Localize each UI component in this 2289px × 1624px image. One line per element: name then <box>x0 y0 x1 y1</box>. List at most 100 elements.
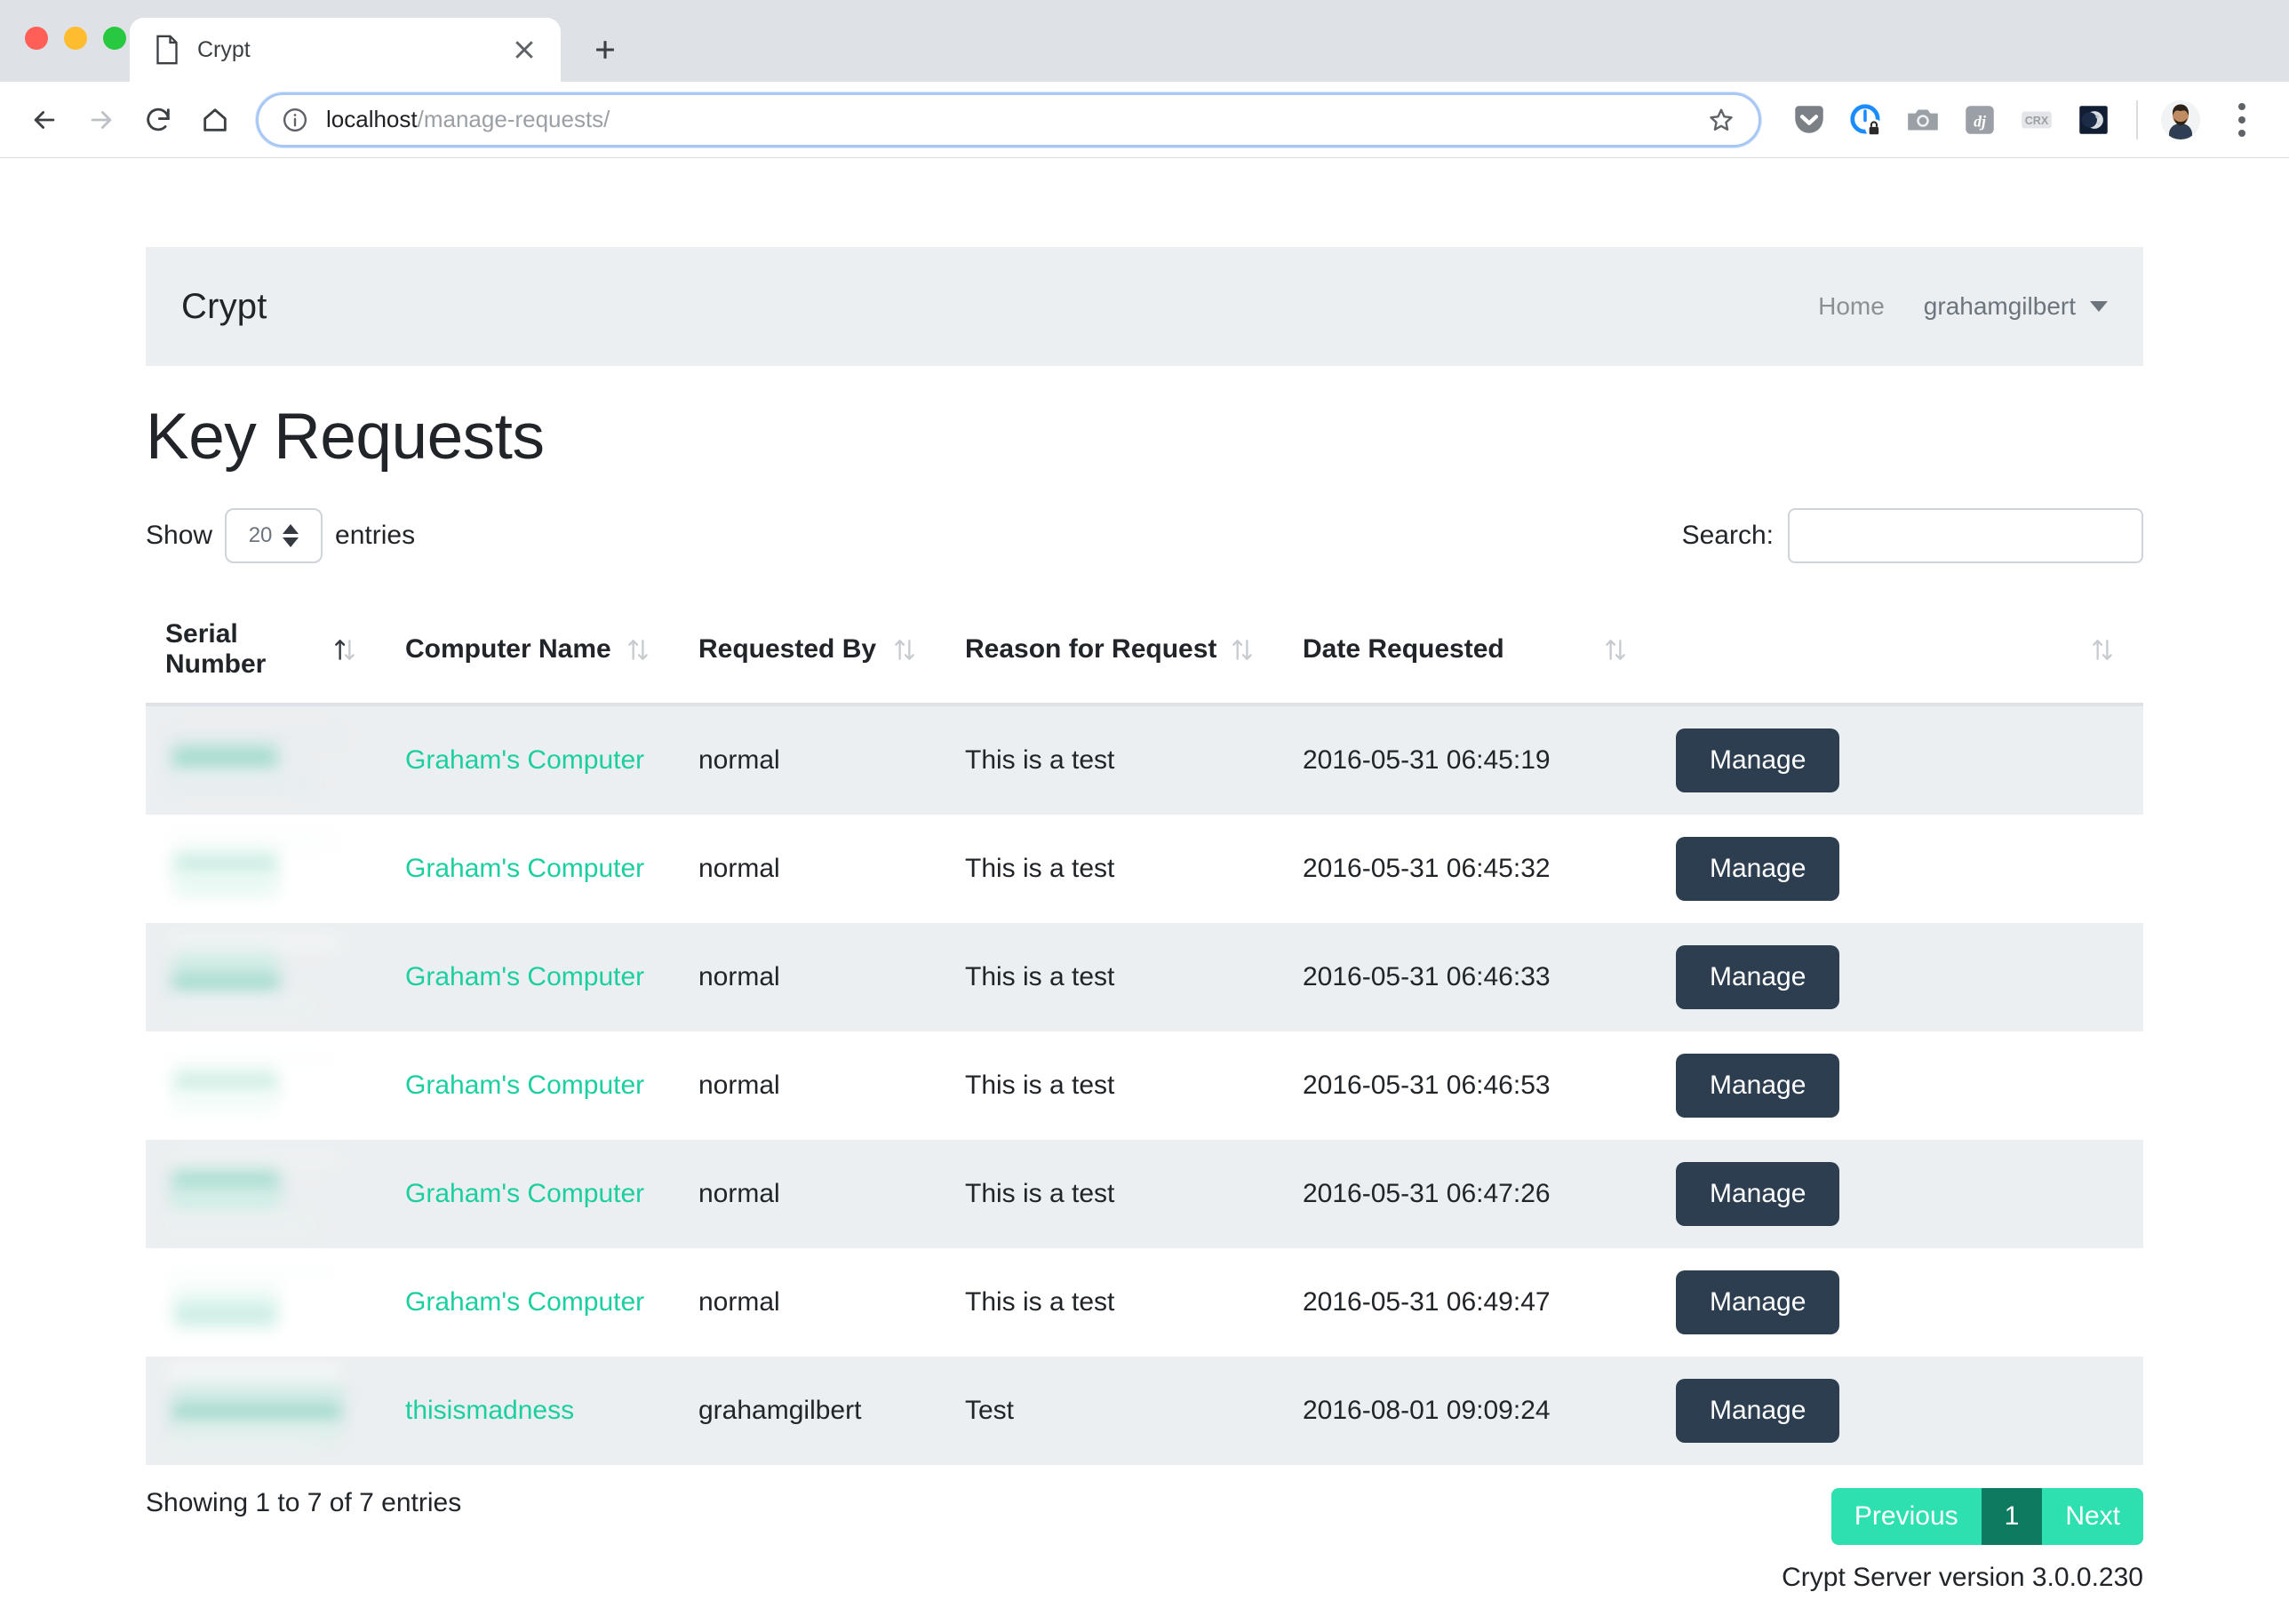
close-window-button[interactable] <box>25 27 48 50</box>
pagination-page-1[interactable]: 1 <box>1981 1488 2043 1545</box>
manage-button[interactable]: Manage <box>1676 945 1840 1009</box>
browser-toolbar: localhost/manage-requests/ dj CRX <box>0 82 2289 158</box>
redacted-serial-number <box>165 1248 386 1357</box>
camera-icon[interactable] <box>1894 92 1951 148</box>
onepassword-lock-icon[interactable] <box>1838 92 1894 148</box>
reload-button[interactable] <box>130 92 187 148</box>
chevron-down-icon <box>2090 301 2108 312</box>
browser-tab[interactable]: Crypt <box>130 18 561 82</box>
table-row: Graham's Computer normal This is a test … <box>146 815 2143 923</box>
computer-name-link[interactable]: Graham's Computer <box>405 1071 644 1100</box>
table-row: Graham's Computer normal This is a test … <box>146 923 2143 1031</box>
cell-serial-number <box>146 705 386 815</box>
column-label: Serial Number <box>165 619 267 679</box>
cell-computer-name: Graham's Computer <box>386 1031 679 1140</box>
search-control: Search: <box>1682 508 2143 563</box>
new-tab-button[interactable] <box>580 25 630 75</box>
cell-date-requested: 2016-08-01 09:09:24 <box>1283 1357 1656 1465</box>
close-icon[interactable] <box>509 35 539 65</box>
cell-serial-number <box>146 1140 386 1248</box>
moon-icon[interactable] <box>2065 92 2122 148</box>
django-icon[interactable]: dj <box>1951 92 2008 148</box>
nav-user-dropdown[interactable]: grahamgilbert <box>1924 292 2108 321</box>
cell-serial-number <box>146 923 386 1031</box>
forward-button[interactable] <box>73 92 130 148</box>
url-host: localhost <box>326 106 418 132</box>
computer-name-link[interactable]: Graham's Computer <box>405 1287 644 1317</box>
address-bar[interactable]: localhost/manage-requests/ <box>256 92 1761 147</box>
column-header-actions[interactable] <box>1656 596 2143 706</box>
home-button[interactable] <box>187 92 243 148</box>
back-button[interactable] <box>16 92 73 148</box>
cell-requested-by: normal <box>679 1031 945 1140</box>
computer-name-link[interactable]: thisismadness <box>405 1396 574 1425</box>
entries-length-select[interactable]: 20 <box>225 508 323 563</box>
computer-name-link[interactable]: Graham's Computer <box>405 962 644 991</box>
crx-icon[interactable]: CRX <box>2008 92 2065 148</box>
content-container: Crypt Home grahamgilbert Key Requests Sh… <box>146 247 2143 1593</box>
key-requests-table: Serial Number Computer Name Requested By… <box>146 596 2143 1465</box>
manage-button[interactable]: Manage <box>1676 1270 1840 1334</box>
computer-name-link[interactable]: Graham's Computer <box>405 1179 644 1208</box>
cell-reason: This is a test <box>945 1031 1283 1140</box>
server-version: Crypt Server version 3.0.0.230 <box>1782 1563 2143 1592</box>
cell-serial-number <box>146 1248 386 1357</box>
column-header-serial-number[interactable]: Serial Number <box>146 596 386 706</box>
cell-computer-name: Graham's Computer <box>386 923 679 1031</box>
tab-title: Crypt <box>197 36 251 62</box>
redacted-serial-number <box>165 1357 386 1465</box>
window-controls <box>25 27 126 50</box>
cell-date-requested: 2016-05-31 06:49:47 <box>1283 1248 1656 1357</box>
cell-date-requested: 2016-05-31 06:46:33 <box>1283 923 1656 1031</box>
cell-action: Manage <box>1656 705 2143 815</box>
table-row: Graham's Computer normal This is a test … <box>146 1140 2143 1248</box>
manage-button[interactable]: Manage <box>1676 728 1840 792</box>
table-row: Graham's Computer normal This is a test … <box>146 1248 2143 1357</box>
column-header-computer-name[interactable]: Computer Name <box>386 596 679 706</box>
entries-info: Showing 1 to 7 of 7 entries <box>146 1488 462 1517</box>
cell-serial-number <box>146 1031 386 1140</box>
column-header-date-requested[interactable]: Date Requested <box>1283 596 1656 706</box>
toolbar-divider <box>2136 100 2138 139</box>
document-icon <box>155 35 179 65</box>
table-row: thisismadness grahamgilbert Test 2016-08… <box>146 1357 2143 1465</box>
extension-icons: dj CRX <box>1781 92 2266 148</box>
computer-name-link[interactable]: Graham's Computer <box>405 854 644 883</box>
search-label: Search: <box>1681 521 1774 550</box>
brand-logo[interactable]: Crypt <box>181 287 267 327</box>
cell-computer-name: Graham's Computer <box>386 1248 679 1357</box>
avatar[interactable] <box>2152 92 2209 148</box>
nav-item-home[interactable]: Home <box>1818 292 1885 321</box>
column-header-requested-by[interactable]: Requested By <box>679 596 945 706</box>
column-header-reason-for-request[interactable]: Reason for Request <box>945 596 1283 706</box>
cell-date-requested: 2016-05-31 06:47:26 <box>1283 1140 1656 1248</box>
kebab-menu-icon[interactable] <box>2218 92 2266 148</box>
manage-button[interactable]: Manage <box>1676 1379 1840 1443</box>
pocket-icon[interactable] <box>1781 92 1838 148</box>
column-label: Computer Name <box>405 634 611 664</box>
svg-text:dj: dj <box>1974 112 1986 130</box>
table-footer: Showing 1 to 7 of 7 entries Previous 1 N… <box>146 1488 2143 1550</box>
cell-date-requested: 2016-05-31 06:45:19 <box>1283 705 1656 815</box>
maximize-window-button[interactable] <box>103 27 126 50</box>
star-icon[interactable] <box>1707 106 1735 134</box>
pagination-previous[interactable]: Previous <box>1830 1488 1982 1545</box>
table-row: Graham's Computer normal This is a test … <box>146 705 2143 815</box>
cell-requested-by: normal <box>679 1140 945 1248</box>
pagination-next[interactable]: Next <box>2042 1488 2143 1545</box>
cell-date-requested: 2016-05-31 06:45:32 <box>1283 815 1656 923</box>
cell-reason: This is a test <box>945 923 1283 1031</box>
manage-button[interactable]: Manage <box>1676 837 1840 901</box>
column-label: Reason for Request <box>965 634 1217 664</box>
info-circle-icon[interactable] <box>282 107 308 133</box>
search-input[interactable] <box>1788 508 2143 563</box>
minimize-window-button[interactable] <box>64 27 87 50</box>
nav-user-label: grahamgilbert <box>1923 292 2076 320</box>
table-row: Graham's Computer normal This is a test … <box>146 1031 2143 1140</box>
manage-button[interactable]: Manage <box>1676 1162 1840 1226</box>
computer-name-link[interactable]: Graham's Computer <box>405 745 644 775</box>
manage-button[interactable]: Manage <box>1676 1054 1840 1118</box>
entries-length-control: Show 20 entries <box>146 508 415 563</box>
browser-window: Crypt localhost/manage-requests/ dj CRX … <box>0 0 2289 1624</box>
app-navbar: Crypt Home grahamgilbert <box>146 247 2143 366</box>
